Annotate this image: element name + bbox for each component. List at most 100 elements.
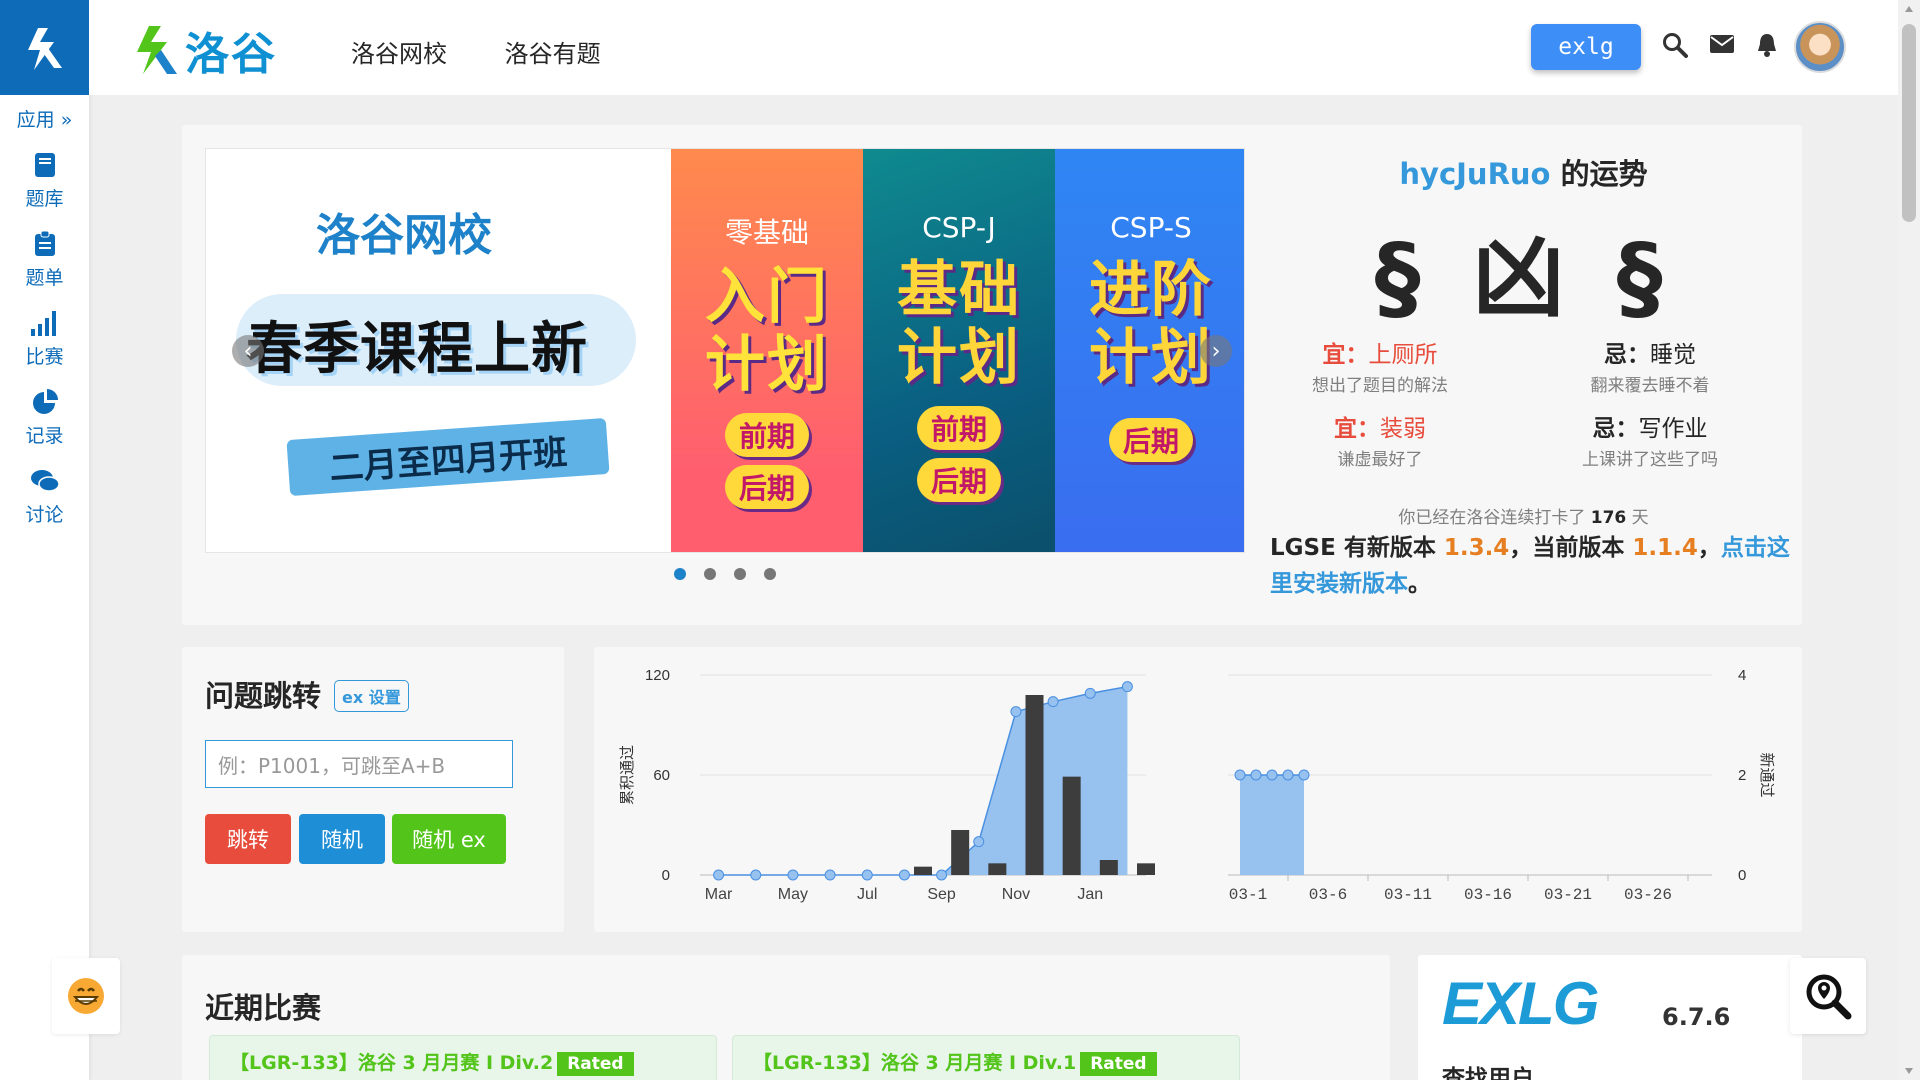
exlg-logo: EXLG (1442, 970, 1599, 1037)
scroll-up-icon[interactable] (1905, 6, 1913, 12)
clipboard-icon (34, 231, 55, 256)
random-ex-button[interactable]: 随机 ex (392, 814, 506, 864)
chart2-xtick: 03-26 (1624, 886, 1672, 904)
chart1-bar (1062, 776, 1081, 875)
contest-name: 【LGR-133】洛谷 3 月月赛 I Div.2 (230, 1052, 554, 1074)
bell-icon[interactable] (1756, 32, 1778, 58)
pass-stats-charts: 0 60 120 累积通过 Mar May Jul Sep Nov Jan 0 2 4 新通过 03-1 03… (618, 667, 1776, 904)
book-icon (34, 153, 55, 177)
sidebar-item-label: 讨论 (25, 504, 64, 526)
fortune-bad-1-desc: 翻来覆去睡不着 (1590, 376, 1710, 396)
chart1-point (1084, 687, 1096, 699)
sidebar-item-training[interactable]: 题单 (0, 231, 89, 290)
sidebar-item-label: 比赛 (25, 346, 64, 368)
chart1-xtick: Jul (857, 886, 877, 903)
contest-item[interactable]: 【LGR-133】洛谷 3 月月赛 I Div.1 Rated (732, 1035, 1240, 1080)
top-header: 洛谷 洛谷网校 洛谷有题 exlg (89, 0, 1898, 95)
exlg-button[interactable]: exlg (1531, 24, 1641, 70)
page-scrollbar[interactable] (1898, 0, 1920, 1080)
banner-left: 洛谷网校 春季课程上新 二月至四月开班 (206, 149, 671, 552)
nav-link-school[interactable]: 洛谷网校 (351, 40, 447, 68)
carousel-next-icon[interactable]: › (1200, 335, 1232, 367)
scroll-thumb[interactable] (1902, 24, 1916, 222)
carousel-dots (674, 565, 794, 584)
carousel-dot[interactable] (764, 568, 776, 580)
chart2-xtick: 03-16 (1464, 886, 1512, 904)
brand[interactable]: 洛谷 (135, 18, 277, 82)
chart1-xtick: Nov (1002, 886, 1030, 903)
pass-stats-card: 0 60 120 累积通过 Mar May Jul Sep Nov Jan 0 2 4 新通过 03-1 03… (594, 647, 1802, 932)
chart1-point (936, 869, 948, 881)
chart2-ytick: 2 (1738, 767, 1746, 784)
sidebar-item-label: 记录 (25, 425, 64, 447)
recent-contests-title: 近期比赛 (205, 991, 322, 1025)
find-user-title: 查找用户 (1442, 1066, 1534, 1080)
brand-name: 洛谷 (185, 29, 277, 80)
chart1-point (973, 836, 985, 848)
fortune-bad-1: 忌：睡觉 (1604, 342, 1696, 368)
carousel-prev-icon[interactable]: ‹ (232, 335, 264, 367)
contest-item[interactable]: 【LGR-133】洛谷 3 月月赛 I Div.2 Rated (209, 1035, 717, 1080)
chart2-xtick: 03-1 (1229, 886, 1267, 904)
ex-settings-button[interactable]: ex 设置 (334, 680, 409, 712)
chart1-ytick: 60 (653, 767, 670, 784)
chart1-ylabel: 累积通过 (618, 745, 636, 805)
update-notice: LGSE 有新版本 1.3.4，当前版本 1.1.4，点击这里安装新版本。 (1270, 535, 1790, 597)
chart2-ytick: 4 (1738, 667, 1746, 684)
banner-carousel[interactable]: 洛谷网校 春季课程上新 二月至四月开班 零基础 入门 计划 前期 后期 CSP-… (205, 148, 1245, 553)
chart1-point (1121, 681, 1133, 693)
luogu-logo-icon (27, 27, 62, 70)
chart1-point (750, 869, 762, 881)
chart2-point (1298, 769, 1310, 781)
sidebar-item-discuss[interactable]: 讨论 (0, 468, 89, 527)
user-avatar[interactable] (1794, 21, 1846, 73)
chart1-point (713, 869, 725, 881)
chart1-xtick: Jan (1077, 886, 1103, 903)
chart1-ytick: 0 (662, 867, 670, 884)
grin-emoji-icon (68, 978, 104, 1014)
carousel-dot[interactable] (734, 568, 746, 580)
banner-panel-beginner: 零基础 入门 计划 前期 后期 (671, 149, 863, 552)
problem-jump-card: 问题跳转 ex 设置 例：P1001，可跳至A+B 跳转 随机 随机 ex (182, 647, 564, 932)
nav-link-youti[interactable]: 洛谷有题 (505, 40, 601, 68)
jump-button[interactable]: 跳转 (205, 814, 291, 864)
sidebar-item-record[interactable]: 记录 (0, 389, 89, 448)
chart1-bar (1099, 860, 1118, 875)
search-icon[interactable] (1662, 32, 1688, 58)
carousel-dot[interactable] (674, 568, 686, 580)
scroll-down-icon[interactable] (1905, 1068, 1913, 1074)
pie-chart-icon (32, 389, 58, 414)
fortune-result: § 凶 § (1374, 224, 1673, 331)
problem-id-input[interactable]: 例：P1001，可跳至A+B (205, 740, 513, 788)
fortune-bad-2-desc: 上课讲了这些了吗 (1582, 450, 1718, 470)
fortune-bad-2: 忌：写作业 (1592, 416, 1708, 442)
fortune-good-1: 宜：上厕所 (1322, 342, 1438, 368)
floating-search-button[interactable] (1790, 958, 1866, 1034)
top-nav: 洛谷网校 洛谷有题 (351, 34, 651, 69)
checkin-streak: 你已经在洛谷连续打卡了 176 天 (1398, 508, 1649, 528)
luogu-logo[interactable] (0, 0, 89, 95)
carousel-dot[interactable] (704, 568, 716, 580)
chart1-ytick: 120 (645, 667, 670, 684)
sidebar-item-problems[interactable]: 题库 (0, 152, 89, 211)
chart1-bar (951, 830, 970, 875)
contest-name: 【LGR-133】洛谷 3 月月赛 I Div.1 (753, 1052, 1077, 1074)
fortune-username[interactable]: hycJuRuo (1399, 157, 1550, 191)
chart2-point (1234, 769, 1246, 781)
bar-chart-icon (30, 311, 56, 336)
fortune-good-2-desc: 谦虚最好了 (1337, 450, 1423, 470)
apps-toggle[interactable]: 应用 » (0, 105, 89, 132)
chart2-point (1250, 769, 1262, 781)
chart2-xtick: 03-11 (1384, 886, 1432, 904)
sidebar: 应用 » 题库 题单 比赛 记录 讨论 (0, 0, 89, 1080)
chart1-xtick: Mar (705, 886, 733, 903)
fortune-title: hycJuRuo 的运势 (1399, 157, 1648, 191)
emoji-button[interactable] (52, 958, 120, 1034)
luogu-brand-icon (137, 26, 177, 74)
fortune-grid: 宜：上厕所 忌：睡觉 想出了题目的解法 翻来覆去睡不着 宜：装弱 忌：写作业 谦… (1245, 335, 1802, 483)
envelope-icon[interactable] (1709, 34, 1735, 54)
chart1-point (861, 869, 873, 881)
random-button[interactable]: 随机 (299, 814, 385, 864)
chart1-bar (1025, 695, 1044, 875)
sidebar-item-contest[interactable]: 比赛 (0, 310, 89, 369)
